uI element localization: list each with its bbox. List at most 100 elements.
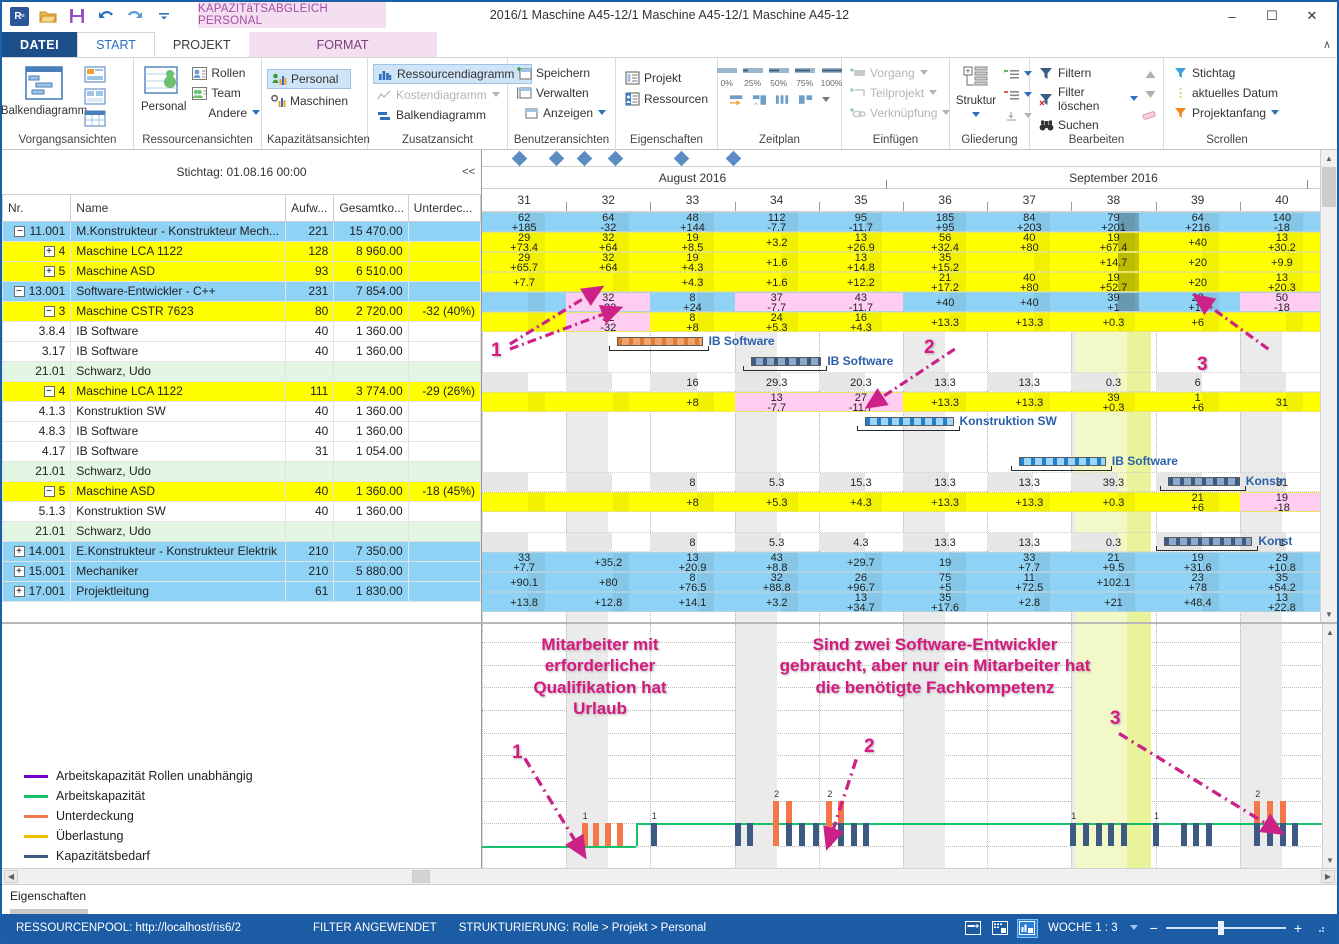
chart-bar[interactable] <box>1120 823 1127 846</box>
vorgang-insert-button[interactable]: Vorgang <box>847 64 954 82</box>
row-expander[interactable]: + <box>13 546 25 558</box>
tab-start[interactable]: START <box>77 32 155 57</box>
table-row[interactable]: 4.1.3 Konstruktion SW 40 1 360.00 <box>1 400 482 422</box>
close-button[interactable]: ✕ <box>1293 4 1331 28</box>
level-center-icon[interactable] <box>775 92 791 108</box>
form-view-icon[interactable] <box>964 920 983 937</box>
percent-0-button[interactable]: 0% <box>716 64 737 88</box>
verwalten-view-button[interactable]: Verwalten <box>513 84 610 102</box>
chart-bar[interactable] <box>812 823 819 846</box>
verknuepfung-insert-button[interactable]: Verknüpfung <box>847 104 954 122</box>
gantt-bar[interactable] <box>1019 457 1106 466</box>
hscroll-left-button[interactable]: ◀ <box>4 870 18 883</box>
row-expander[interactable]: − <box>13 286 25 298</box>
collapse-ribbon-icon[interactable]: ∧ <box>1323 38 1331 51</box>
chart-bar[interactable] <box>826 800 833 846</box>
maschinen-capacity-button[interactable]: Maschinen <box>267 92 351 110</box>
chart-scroll-up-button[interactable]: ▲ <box>1323 624 1337 640</box>
resource-graph-icon[interactable] <box>81 65 109 84</box>
row-expander[interactable]: + <box>43 266 55 278</box>
col-header-aufwand[interactable]: Aufw... <box>285 195 335 222</box>
scroll-up-button[interactable]: ▲ <box>1321 150 1337 166</box>
filter-loeschen-button[interactable]: Filter löschen <box>1035 84 1142 114</box>
andere-button[interactable]: Andere <box>188 104 264 122</box>
col-header-unterdeckung[interactable]: Unterdec... <box>407 195 482 222</box>
row-expander[interactable]: + <box>13 586 25 598</box>
level-right-icon[interactable] <box>798 92 814 108</box>
percent-25-button[interactable]: 25% <box>742 64 763 88</box>
properties-label[interactable]: Eigenschaften <box>10 889 86 903</box>
chart-bar[interactable] <box>863 823 870 846</box>
aktuelles-datum-button[interactable]: aktuelles Datum <box>1169 84 1283 102</box>
table-row[interactable]: −11.001 M.Konstrukteur - Konstrukteur Mec… <box>1 220 482 242</box>
timeline-grid[interactable]: 62 +185 64 -32 48 +144 112 -7.7 95 -11.7 185 +95 84 +… <box>482 212 1337 622</box>
zoom-in-button[interactable]: + <box>1294 920 1302 936</box>
struktur-button[interactable]: + Struktur <box>955 63 997 125</box>
table-row[interactable]: 21.01 Schwarz, Udo <box>1 360 482 382</box>
chart-bar[interactable] <box>1266 823 1273 846</box>
chart-bar[interactable] <box>1193 823 1200 846</box>
table-row[interactable]: +14.001 E.Konstrukteur - Konstrukteur Ele… <box>1 540 482 562</box>
col-header-gesamtkosten[interactable]: Gesamtko... <box>333 195 409 222</box>
suchen-button[interactable]: Suchen <box>1035 116 1142 134</box>
resize-grip-icon[interactable] <box>1310 920 1329 937</box>
eraser-icon[interactable] <box>1142 106 1158 122</box>
projektanfang-button[interactable]: Projektanfang <box>1169 104 1283 122</box>
chart-bar[interactable] <box>617 823 624 846</box>
gantt-bar[interactable] <box>616 337 703 346</box>
table-row[interactable]: −13.001 Software-Entwickler - C++ 231 7 854… <box>1 280 482 302</box>
level-left-icon[interactable] <box>752 92 768 108</box>
chart-bar[interactable] <box>735 823 742 846</box>
zoom-out-button[interactable]: − <box>1150 920 1158 936</box>
collapse-table-icon[interactable]: << <box>462 166 475 178</box>
tab-projekt[interactable]: PROJEKT <box>155 32 249 57</box>
scroll-up-icon[interactable] <box>1142 66 1158 82</box>
chart-bar[interactable] <box>773 800 780 846</box>
col-header-name[interactable]: Name <box>70 195 287 222</box>
rollen-button[interactable]: Rollen <box>188 64 264 82</box>
team-button[interactable]: Team <box>188 84 264 102</box>
chevron-down-icon[interactable] <box>1126 920 1142 936</box>
scroll-down-icon[interactable] <box>1142 86 1158 102</box>
percent-100-button[interactable]: 100% <box>821 64 842 88</box>
chevron-down-icon[interactable] <box>821 92 830 108</box>
milestone-diamond[interactable] <box>673 150 689 167</box>
gantt-bar[interactable] <box>751 357 822 366</box>
table-row[interactable]: +5 Maschine ASD 93 6 510.00 <box>1 260 482 282</box>
tab-format[interactable]: FORMAT <box>248 32 437 57</box>
table-row[interactable]: 4.8.3 IB Software 40 1 360.00 <box>1 420 482 442</box>
table-row[interactable]: 3.8.4 IB Software 40 1 360.00 <box>1 320 482 342</box>
balkendiagramm-button[interactable]: Balkendiagramm <box>1 63 87 119</box>
chart-bar[interactable] <box>1152 823 1159 846</box>
chart-bar[interactable] <box>785 823 792 846</box>
row-expander[interactable]: − <box>43 386 55 398</box>
chart-bar[interactable] <box>1070 823 1077 846</box>
filtern-button[interactable]: Filtern <box>1035 64 1142 82</box>
chart-bar[interactable] <box>1180 823 1187 846</box>
table-row[interactable]: 4.17 IB Software 31 1 054.00 <box>1 440 482 462</box>
task-form-icon[interactable] <box>81 87 109 106</box>
speichern-view-button[interactable]: Speichern <box>513 64 610 82</box>
row-expander[interactable]: − <box>43 486 55 498</box>
scroll-down-button[interactable]: ▼ <box>1321 606 1337 622</box>
milestone-diamond[interactable] <box>725 150 742 167</box>
chart-bar[interactable] <box>650 823 657 846</box>
chart-plot[interactable]: 1 1 2 2 1 1 2 <box>482 624 1337 868</box>
personal-capacity-button[interactable]: Personal <box>267 69 352 89</box>
milestone-diamond[interactable] <box>577 150 593 167</box>
percent-50-button[interactable]: 50% <box>768 64 789 88</box>
ressourcen-properties-button[interactable]: Ressourcen <box>621 90 711 108</box>
chart-bar[interactable] <box>1082 823 1089 846</box>
percent-75-button[interactable]: 75% <box>794 64 815 88</box>
table-row[interactable]: 3.17 IB Software 40 1 360.00 <box>1 340 482 362</box>
table-view-icon[interactable] <box>991 920 1010 937</box>
row-expander[interactable]: + <box>13 566 25 578</box>
zoom-slider[interactable] <box>1165 921 1286 935</box>
schedule-start-icon[interactable] <box>729 92 745 108</box>
projekt-properties-button[interactable]: Projekt <box>621 69 711 87</box>
zoom-thumb[interactable] <box>1217 921 1224 935</box>
chart-bar[interactable] <box>838 823 845 846</box>
chart-bar[interactable] <box>850 823 857 846</box>
chart-vertical-scrollbar[interactable]: ▲ ▼ <box>1322 624 1337 868</box>
chart-bar[interactable] <box>592 823 599 846</box>
